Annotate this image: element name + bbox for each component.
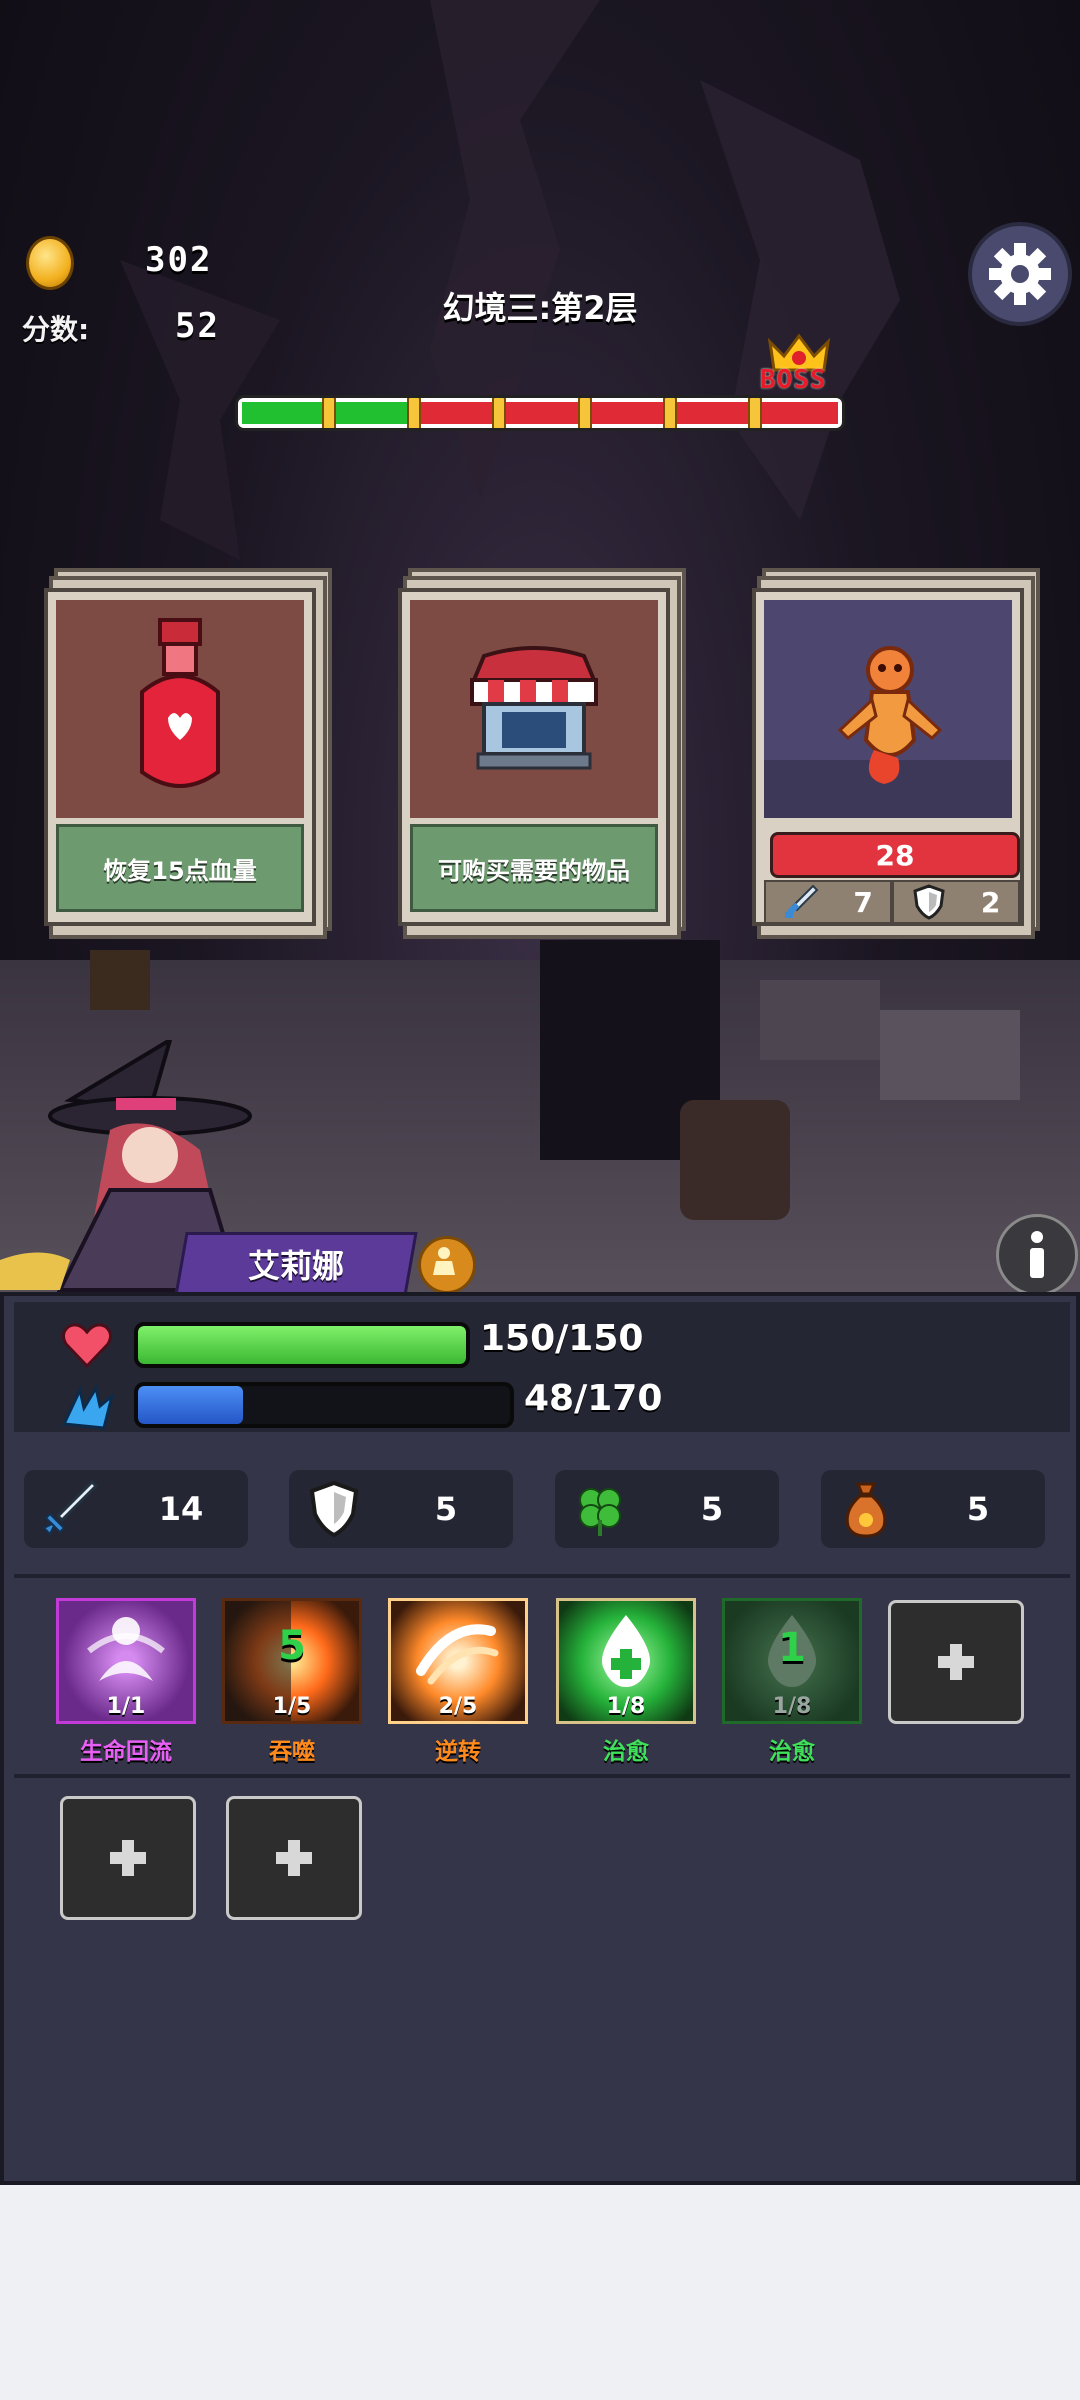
coin-icon <box>26 236 74 290</box>
info-icon <box>1030 1231 1044 1278</box>
reversal-icon <box>416 1624 499 1685</box>
card-shop[interactable]: 可购买需要的物品 <box>398 568 686 939</box>
skill-count: 1/1 <box>106 1694 146 1719</box>
fire-elemental-icon <box>764 646 1012 818</box>
enemy-attack: 7 <box>853 885 873 919</box>
boss-label: BOSS <box>760 365 827 395</box>
level-title: 幻境三:第2层 <box>442 289 638 327</box>
mp-bar-fill <box>138 1386 244 1424</box>
class-badge-icon[interactable] <box>418 1236 476 1294</box>
card-description: 可购买需要的物品 <box>410 824 658 912</box>
skill-name: 治愈 <box>603 1739 649 1765</box>
skill-name: 治愈 <box>769 1739 815 1765</box>
skill-name: 逆转 <box>435 1739 481 1765</box>
plus-icon <box>276 1840 312 1876</box>
score-label: 分数: <box>22 313 90 346</box>
skill-count: 1/5 <box>272 1694 312 1719</box>
stat-luck[interactable]: 5 <box>555 1470 779 1548</box>
skill-count: 1/8 <box>606 1694 646 1719</box>
luck-value: 5 <box>700 1490 724 1528</box>
progress-remaining <box>412 402 838 424</box>
skill-life-flow[interactable]: 1/1 <box>56 1598 196 1724</box>
life-flow-icon <box>87 1617 165 1681</box>
card-art <box>56 600 304 818</box>
stat-gold-bag[interactable]: 5 <box>821 1470 1045 1548</box>
character-name: 艾莉娜 <box>247 1247 344 1285</box>
sword-icon <box>785 884 819 918</box>
card-enemy[interactable]: 28 7 2 <box>752 568 1040 939</box>
progress-floor-marker <box>407 398 422 428</box>
skill-name: 生命回流 <box>80 1739 172 1765</box>
potion-icon <box>140 618 220 788</box>
add-skill-slot[interactable] <box>888 1600 1024 1724</box>
plus-icon <box>110 1840 146 1876</box>
shop-icon <box>470 646 598 770</box>
progress-floor-marker <box>747 398 762 428</box>
progress-floor-marker <box>662 398 677 428</box>
sword-icon <box>42 1479 99 1536</box>
character-panel: 150/150 48/170 14 5 5 5 1/1 5 1/5 2/5 1/… <box>0 1292 1080 2185</box>
vitals: 150/150 48/170 <box>14 1302 1070 1432</box>
enemy-hp-bar: 28 <box>770 832 1020 878</box>
skill-reversal[interactable]: 2/5 <box>388 1598 528 1724</box>
character-name-tag: 艾莉娜 <box>174 1232 418 1296</box>
mp-text: 48/170 <box>524 1378 663 1419</box>
stat-attack[interactable]: 14 <box>24 1470 248 1548</box>
enemy-stats: 7 2 <box>764 880 1020 924</box>
add-item-slot[interactable] <box>226 1796 362 1920</box>
hp-bar-fill <box>138 1326 466 1364</box>
skill-cooldown: 1 <box>778 1625 806 1671</box>
add-item-slot[interactable] <box>60 1796 196 1920</box>
shield-icon <box>912 884 945 920</box>
score-value: 52 <box>175 306 220 346</box>
clover-icon <box>579 1488 621 1536</box>
skill-count: 1/8 <box>772 1694 812 1719</box>
hp-bar <box>134 1322 470 1368</box>
mana-icon <box>61 1384 114 1430</box>
gear-icon <box>989 243 1051 305</box>
skill-heal[interactable]: 1/8 <box>556 1598 696 1724</box>
progress-floor-marker <box>492 398 507 428</box>
heart-icon <box>61 1323 113 1369</box>
card-description: 恢复15点血量 <box>56 824 304 912</box>
skill-heal-2[interactable]: 1 1/8 <box>722 1598 862 1724</box>
settings-button[interactable] <box>968 222 1072 326</box>
shield-icon <box>309 1480 359 1538</box>
game-screen: 302 分数: 52 幻境三:第2层 BOSS 恢复15点血量 可购买需要的物品… <box>0 0 1080 2185</box>
info-button[interactable] <box>996 1214 1078 1296</box>
attack-value: 14 <box>158 1490 204 1528</box>
skill-count: 2/5 <box>438 1694 478 1719</box>
progress-floor-marker <box>322 398 337 428</box>
stat-defense[interactable]: 5 <box>289 1470 513 1548</box>
mp-bar <box>134 1382 514 1428</box>
skill-cooldown: 5 <box>278 1623 306 1669</box>
skill-devour[interactable]: 5 1/5 <box>222 1598 362 1724</box>
card-potion[interactable]: 恢复15点血量 <box>44 568 332 939</box>
gold-bag-value: 5 <box>966 1490 990 1528</box>
progress-floor-marker <box>577 398 592 428</box>
plus-icon <box>938 1644 974 1680</box>
card-art <box>410 600 658 818</box>
card-art <box>764 600 1012 818</box>
floor-progress-bar <box>238 398 842 428</box>
hp-text: 150/150 <box>480 1318 644 1359</box>
heal-drop-icon <box>601 1615 651 1687</box>
coin-count: 302 <box>145 240 213 280</box>
enemy-defense: 2 <box>980 885 1001 919</box>
money-bag-icon <box>845 1482 887 1538</box>
defense-value: 5 <box>434 1490 458 1528</box>
skill-name: 吞噬 <box>269 1739 315 1765</box>
